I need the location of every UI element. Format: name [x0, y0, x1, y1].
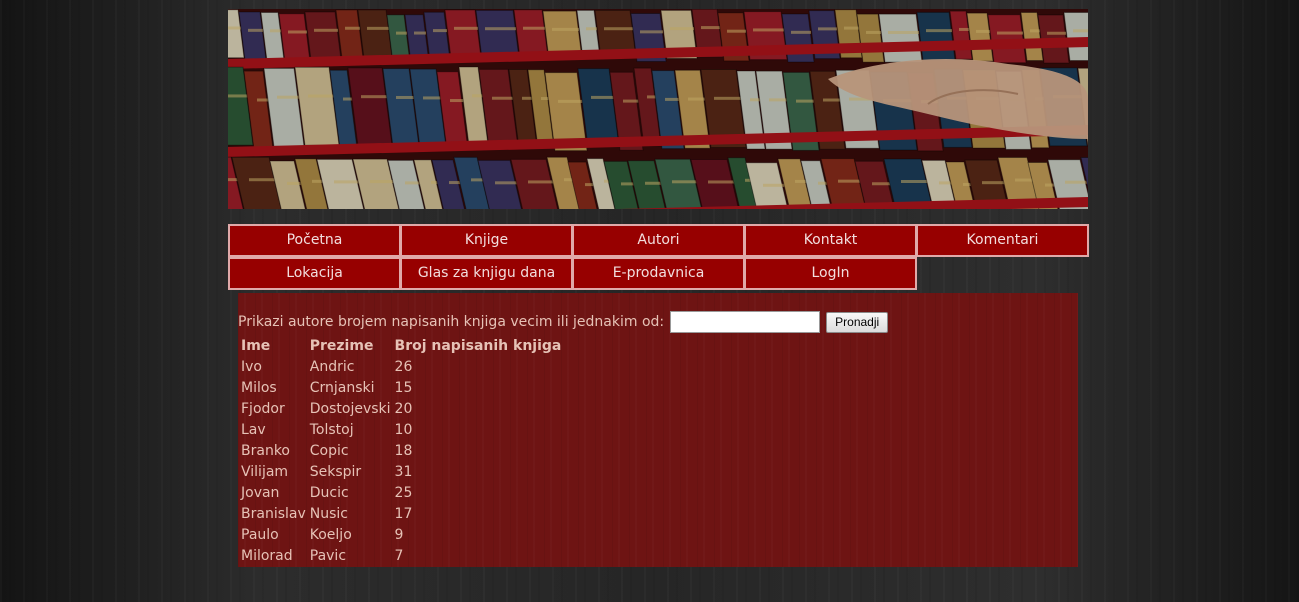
cell-ime: Branko [241, 442, 290, 459]
table-row: Branislav Nusic 17 [239, 503, 563, 524]
cell-ime: Ivo [241, 358, 262, 375]
table-row: Vilijam Sekspir 31 [239, 461, 563, 482]
cell-prezime: Koeljo [309, 526, 352, 543]
bookshelf-illustration [228, 9, 1088, 209]
cell-broj-knjiga: 17 [394, 505, 413, 522]
cell-ime: Milorad [241, 547, 293, 564]
cell-prezime: Andric [309, 358, 355, 375]
column-header-broj-knjiga: Broj napisanih knjiga [394, 337, 562, 354]
cell-prezime: Crnjanski [309, 379, 375, 396]
content-panel: Prikazi autore brojem napisanih knjiga v… [238, 293, 1078, 567]
pronadji-button[interactable]: Pronadji [826, 311, 889, 333]
cell-broj-knjiga: 18 [394, 442, 413, 459]
header-banner-image [228, 9, 1088, 209]
cell-broj-knjiga: 15 [394, 379, 413, 396]
cell-broj-knjiga: 25 [394, 484, 413, 501]
authors-table: Ime Prezime Broj napisanih knjiga Ivo And… [239, 335, 563, 566]
column-header-ime: Ime [241, 337, 271, 354]
column-header-prezime: Prezime [309, 337, 374, 354]
nav-row-2: Lokacija Glas za knjigu dana E-prodavnic… [228, 257, 1092, 290]
nav-item-login[interactable]: LogIn [744, 257, 917, 290]
nav-item-e-prodavnica[interactable]: E-prodavnica [572, 257, 745, 290]
nav-item-pocetna[interactable]: Početna [228, 224, 401, 257]
nav-row-1: Početna Knjige Autori Kontakt Komentari [228, 224, 1092, 257]
authors-table-body: Ivo Andric 26 Milos Crnjanski 15 Fjodor Dostoje… [239, 356, 563, 566]
cell-prezime: Copic [309, 442, 349, 459]
table-row: Milorad Pavic 7 [239, 545, 563, 566]
cell-broj-knjiga: 7 [394, 547, 404, 564]
cell-broj-knjiga: 10 [394, 421, 413, 438]
table-row: Lav Tolstoj 10 [239, 419, 563, 440]
nav-item-kontakt[interactable]: Kontakt [744, 224, 917, 257]
cell-ime: Branislav [241, 505, 306, 522]
cell-ime: Jovan [241, 484, 280, 501]
cell-prezime: Tolstoj [309, 421, 354, 438]
cell-prezime: Nusic [309, 505, 348, 522]
filter-label: Prikazi autore brojem napisanih knjiga v… [238, 314, 665, 330]
table-header-row: Ime Prezime Broj napisanih knjiga [239, 335, 563, 356]
table-row: Fjodor Dostojevski 20 [239, 398, 563, 419]
table-row: Milos Crnjanski 15 [239, 377, 563, 398]
cell-broj-knjiga: 26 [394, 358, 413, 375]
nav-item-glas-za-knjigu-dana[interactable]: Glas za knjigu dana [400, 257, 573, 290]
nav-item-autori[interactable]: Autori [572, 224, 745, 257]
cell-ime: Lav [241, 421, 266, 438]
main-navigation: Početna Knjige Autori Kontakt Komentari … [228, 224, 1092, 290]
cell-ime: Vilijam [241, 463, 289, 480]
cell-prezime: Ducic [309, 484, 349, 501]
cell-broj-knjiga: 20 [394, 400, 413, 417]
cell-prezime: Sekspir [309, 463, 362, 480]
nav-item-komentari[interactable]: Komentari [916, 224, 1089, 257]
cell-ime: Milos [241, 379, 277, 396]
cell-ime: Fjodor [241, 400, 285, 417]
table-row: Jovan Ducic 25 [239, 482, 563, 503]
table-row: Paulo Koeljo 9 [239, 524, 563, 545]
table-row: Ivo Andric 26 [239, 356, 563, 377]
author-filter-form: Prikazi autore brojem napisanih knjiga v… [238, 311, 889, 333]
cell-ime: Paulo [241, 526, 279, 543]
nav-item-lokacija[interactable]: Lokacija [228, 257, 401, 290]
book-count-input[interactable] [670, 311, 821, 333]
cell-broj-knjiga: 31 [394, 463, 413, 480]
cell-broj-knjiga: 9 [394, 526, 404, 543]
nav-item-knjige[interactable]: Knjige [400, 224, 573, 257]
cell-prezime: Pavic [309, 547, 347, 564]
cell-prezime: Dostojevski [309, 400, 391, 417]
table-row: Branko Copic 18 [239, 440, 563, 461]
